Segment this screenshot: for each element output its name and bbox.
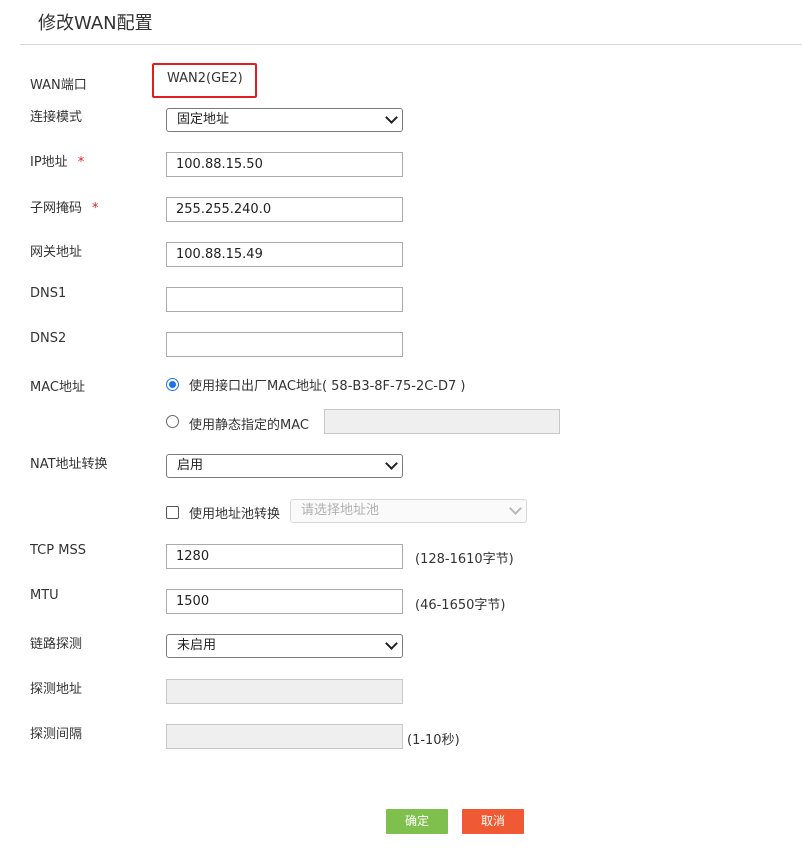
mac-address-label: MAC地址 xyxy=(30,380,85,395)
subnet-mask-label: 子网掩码 * xyxy=(30,197,99,216)
mac-static-radio[interactable] xyxy=(166,415,179,428)
required-marker: * xyxy=(92,201,99,216)
title-divider xyxy=(20,44,802,45)
wan-config-page: 修改WAN配置 WAN端口 WAN2(GE2) 连接模式 固定地址 IP地址 * … xyxy=(0,0,802,848)
ip-address-label-text: IP地址 xyxy=(30,155,68,170)
page-title: 修改WAN配置 xyxy=(38,13,153,34)
nat-label: NAT地址转换 xyxy=(30,457,108,472)
nat-pool-placeholder: 请选择地址池 xyxy=(301,503,380,518)
chevron-down-icon xyxy=(385,457,398,470)
mac-iface-option-label: 使用接口出厂MAC地址( 58-B3-8F-75-2C-D7 ) xyxy=(189,379,466,394)
required-marker: * xyxy=(77,155,85,170)
tcp-mss-label: TCP MSS xyxy=(30,543,86,558)
ip-address-label: IP地址 * xyxy=(30,151,84,170)
confirm-button[interactable]: 确定 xyxy=(386,809,448,834)
subnet-mask-input[interactable]: 255.255.240.0 xyxy=(166,197,403,222)
tcp-mss-input[interactable]: 1280 xyxy=(166,544,403,569)
connect-mode-select[interactable]: 固定地址 xyxy=(166,108,403,132)
gateway-label: 网关地址 xyxy=(30,245,83,260)
mtu-input[interactable]: 1500 xyxy=(166,589,403,614)
chevron-down-icon xyxy=(385,637,398,650)
dns2-input[interactable] xyxy=(166,332,403,357)
dns2-label: DNS2 xyxy=(30,331,67,346)
dns1-input[interactable] xyxy=(166,287,403,312)
mtu-range-hint: (46-1650字节) xyxy=(415,598,506,613)
nat-pool-checkbox[interactable] xyxy=(166,506,179,519)
nat-pool-checkbox-label: 使用地址池转换 xyxy=(189,507,281,522)
mtu-label: MTU xyxy=(30,588,59,603)
wan-port-value: WAN2(GE2) xyxy=(167,71,243,86)
link-detect-select[interactable]: 未启用 xyxy=(166,634,403,658)
nat-select[interactable]: 启用 xyxy=(166,454,403,478)
mac-static-input[interactable] xyxy=(324,409,560,434)
cancel-button[interactable]: 取消 xyxy=(462,809,524,834)
detect-address-label: 探测地址 xyxy=(30,682,83,697)
link-detect-label: 链路探测 xyxy=(30,637,83,652)
gateway-input[interactable]: 100.88.15.49 xyxy=(166,242,403,267)
tcp-mss-range-hint: (128-1610字节) xyxy=(415,552,514,567)
detect-interval-label: 探测间隔 xyxy=(30,727,83,742)
connect-mode-selected-value: 固定地址 xyxy=(177,112,230,127)
mac-static-option-label: 使用静态指定的MAC xyxy=(189,418,309,433)
detect-interval-input[interactable] xyxy=(166,724,403,749)
dns1-label: DNS1 xyxy=(30,286,67,301)
mac-iface-radio[interactable] xyxy=(166,378,179,391)
link-detect-selected-value: 未启用 xyxy=(177,638,217,653)
connect-mode-label: 连接模式 xyxy=(30,110,83,125)
chevron-down-icon xyxy=(509,502,522,515)
chevron-down-icon xyxy=(385,111,398,124)
ip-address-input[interactable]: 100.88.15.50 xyxy=(166,152,403,177)
nat-pool-select[interactable]: 请选择地址池 xyxy=(290,499,527,523)
detect-interval-range-hint: (1-10秒) xyxy=(407,733,460,748)
detect-address-input[interactable] xyxy=(166,679,403,704)
nat-selected-value: 启用 xyxy=(177,458,204,473)
subnet-mask-label-text: 子网掩码 xyxy=(30,201,83,216)
wan-port-label: WAN端口 xyxy=(30,78,87,93)
